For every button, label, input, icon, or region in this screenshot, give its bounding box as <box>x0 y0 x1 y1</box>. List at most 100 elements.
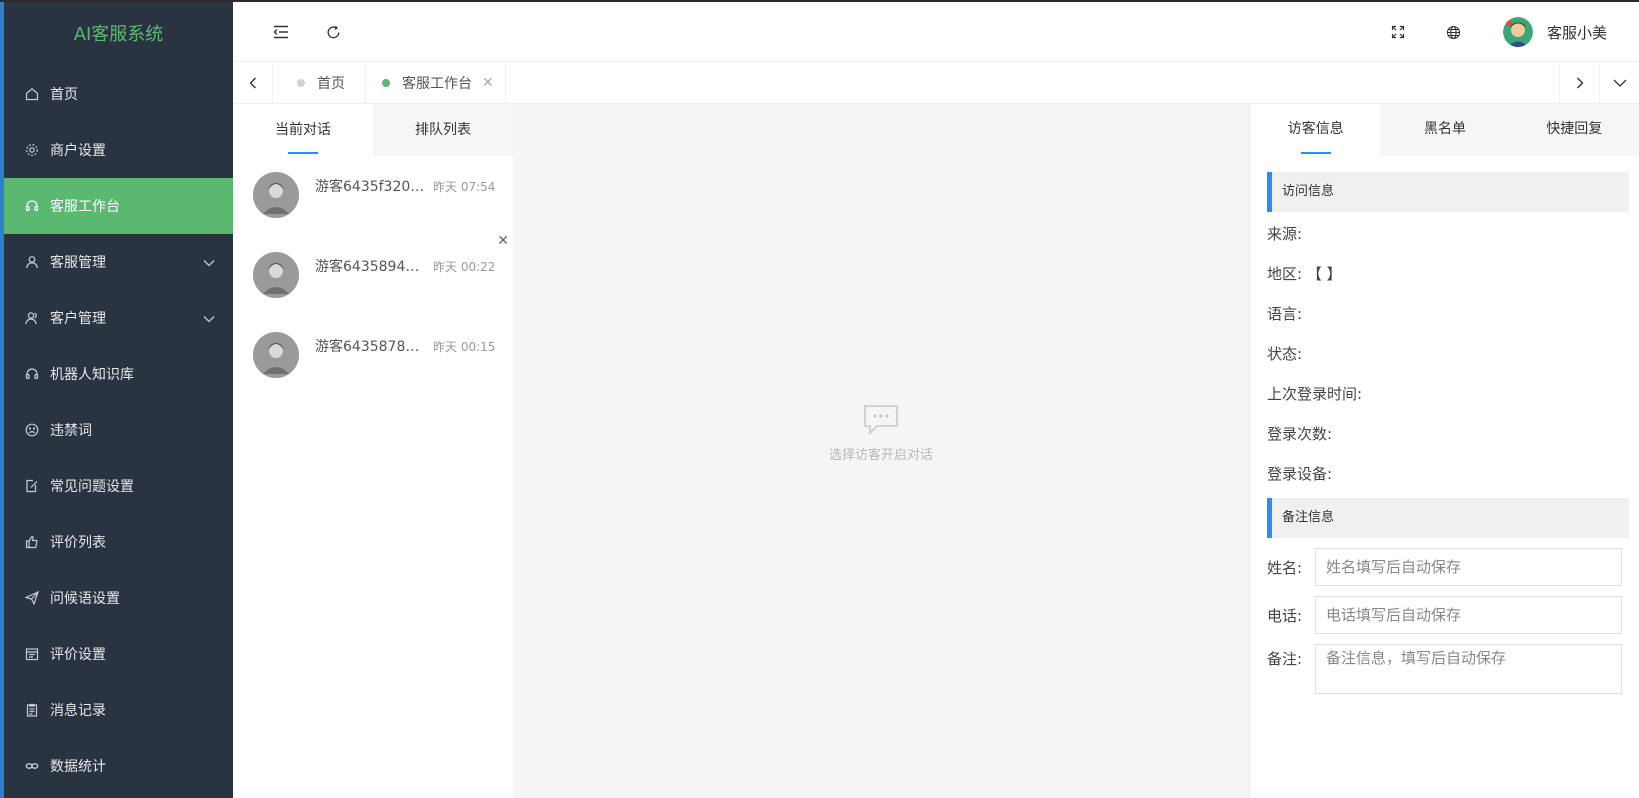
globe-icon[interactable] <box>1441 20 1465 44</box>
name-field[interactable] <box>1315 548 1622 586</box>
tab-status-dot <box>382 79 390 87</box>
tab-service-workbench[interactable]: 客服工作台 ✕ <box>366 63 506 103</box>
sidebar-item-label: 客户管理 <box>50 311 106 327</box>
chat-area: 选择访客开启对话 <box>513 104 1250 798</box>
right-panel-tabs: 访客信息 黑名单 快捷回复 <box>1251 104 1639 156</box>
visitor-avatar <box>253 332 299 378</box>
note-field[interactable] <box>1315 644 1622 694</box>
refresh-icon[interactable] <box>321 20 345 44</box>
sidebar-item-label: 违禁词 <box>50 423 92 439</box>
conversation-item[interactable]: 游客6435f320c... 昨天 07:54 <box>233 156 513 236</box>
sidebar-item-label: 机器人知识库 <box>50 367 134 383</box>
sidebar-item-label: 商户设置 <box>50 143 106 159</box>
headset-icon <box>24 366 40 382</box>
info-source: 来源: <box>1267 225 1303 243</box>
sidebar-item-label: 客服管理 <box>50 255 106 271</box>
visitor-name: 游客64358786x... <box>315 339 427 355</box>
user-icon <box>24 254 40 270</box>
conversation-tabs: 当前对话 排队列表 <box>233 104 513 156</box>
sad-face-icon <box>24 422 40 438</box>
sidebar-item-label: 首页 <box>50 87 78 103</box>
top-header: 客服小美 <box>233 2 1639 62</box>
sidebar-item-review-list[interactable]: 评价列表 <box>4 514 233 570</box>
sidebar-item-label: 评价设置 <box>50 647 106 663</box>
visitor-name: 游客6435f320c... <box>315 179 427 195</box>
sidebar: AI客服系统 首页 商户设置 客服工作台 客服管理 客户管理 机器人知识库 违禁… <box>0 2 233 798</box>
visitor-avatar <box>253 252 299 298</box>
sidebar-item-greeting-settings[interactable]: 问候语设置 <box>4 570 233 626</box>
thumbs-up-icon <box>24 534 40 550</box>
users-icon <box>24 310 40 326</box>
tab-quick-reply[interactable]: 快捷回复 <box>1510 104 1639 156</box>
tab-blacklist[interactable]: 黑名单 <box>1380 104 1509 156</box>
note-label: 备注: <box>1267 650 1303 668</box>
paper-plane-icon <box>24 590 40 606</box>
visitor-avatar <box>253 172 299 218</box>
user-name: 客服小美 <box>1546 23 1607 42</box>
clipboard-icon <box>24 702 40 718</box>
gear-icon <box>24 142 40 158</box>
section-header-visit-info: 访问信息 <box>1267 172 1629 212</box>
sidebar-item-message-records[interactable]: 消息记录 <box>4 682 233 738</box>
phone-row: 电话: <box>1267 596 1629 634</box>
tab-status-dot <box>297 79 305 87</box>
user-menu[interactable]: 客服小美 <box>1502 17 1607 47</box>
sidebar-item-review-settings[interactable]: 评价设置 <box>4 626 233 682</box>
conversation-item[interactable]: 游客64358786x... 昨天 00:15 <box>233 316 513 396</box>
tabs-scroll-left-icon[interactable] <box>233 63 273 103</box>
visitor-name: 游客64358942a... <box>315 259 427 275</box>
headset-icon <box>24 198 40 214</box>
note-row: 备注: <box>1267 644 1629 694</box>
right-panel-body: 访问信息 来源: 地区: 【 】 语言: 状态: 上次登录时间: 登录次数: 登… <box>1251 156 1639 694</box>
section-header-note-info: 备注信息 <box>1267 498 1629 538</box>
sidebar-item-data-statistics[interactable]: 数据统计 <box>4 738 233 794</box>
board-icon <box>24 646 40 662</box>
close-icon[interactable]: ✕ <box>482 75 494 91</box>
sidebar-item-merchant-settings[interactable]: 商户设置 <box>4 122 233 178</box>
sidebar-item-label: 数据统计 <box>50 759 106 775</box>
visitor-time: 昨天 00:22 <box>433 260 496 274</box>
sidebar-item-label: 问候语设置 <box>50 591 120 607</box>
edit-doc-icon <box>24 478 40 494</box>
link-icon <box>24 758 40 774</box>
menu-collapse-icon[interactable] <box>269 20 293 44</box>
tabs-menu-chevron-down-icon[interactable] <box>1599 63 1639 103</box>
app-logo-title: AI客服系统 <box>73 24 164 45</box>
tab-home[interactable]: 首页 <box>273 63 366 103</box>
sidebar-item-service-management[interactable]: 客服管理 <box>4 234 233 290</box>
sidebar-item-label: 消息记录 <box>50 703 106 719</box>
info-status: 状态: <box>1267 345 1303 363</box>
phone-field[interactable] <box>1315 596 1622 634</box>
tabs-bar: 首页 客服工作台 ✕ <box>233 63 1639 104</box>
chevron-down-icon <box>203 311 215 327</box>
sidebar-item-home[interactable]: 首页 <box>4 66 233 122</box>
close-icon[interactable]: ✕ <box>497 233 509 249</box>
home-icon <box>24 86 40 102</box>
name-label: 姓名: <box>1267 558 1303 577</box>
empty-state: 选择访客开启对话 <box>513 404 1249 463</box>
app-root: AI客服系统 首页 商户设置 客服工作台 客服管理 客户管理 机器人知识库 违禁… <box>0 0 1639 798</box>
visitor-time: 昨天 07:54 <box>433 180 496 194</box>
conversation-item[interactable]: 游客64358942a... 昨天 00:22 ✕ <box>233 233 513 316</box>
chevron-down-icon <box>203 255 215 271</box>
tabs-scroll-right-icon[interactable] <box>1559 63 1599 103</box>
name-row: 姓名: <box>1267 548 1629 586</box>
chat-bubble-icon <box>863 405 899 440</box>
info-login-device: 登录设备: <box>1267 465 1333 483</box>
tab-current-conversation[interactable]: 当前对话 <box>233 104 373 156</box>
sidebar-item-label: 常见问题设置 <box>50 479 134 495</box>
info-last-login: 上次登录时间: <box>1267 385 1363 403</box>
info-region: 地区: 【 】 <box>1267 265 1342 283</box>
sidebar-item-service-workbench[interactable]: 客服工作台 <box>4 178 233 234</box>
tab-label: 首页 <box>317 76 345 92</box>
tab-visitor-info[interactable]: 访客信息 <box>1251 104 1381 156</box>
empty-state-text: 选择访客开启对话 <box>828 448 933 463</box>
sidebar-item-customer-management[interactable]: 客户管理 <box>4 290 233 346</box>
sidebar-item-faq-settings[interactable]: 常见问题设置 <box>4 458 233 514</box>
fullscreen-icon[interactable] <box>1386 20 1410 44</box>
tab-queue-list[interactable]: 排队列表 <box>373 104 513 156</box>
sidebar-item-robot-knowledge[interactable]: 机器人知识库 <box>4 346 233 402</box>
avatar <box>1502 17 1533 47</box>
sidebar-item-label: 评价列表 <box>50 535 106 551</box>
sidebar-item-banned-words[interactable]: 违禁词 <box>4 402 233 458</box>
